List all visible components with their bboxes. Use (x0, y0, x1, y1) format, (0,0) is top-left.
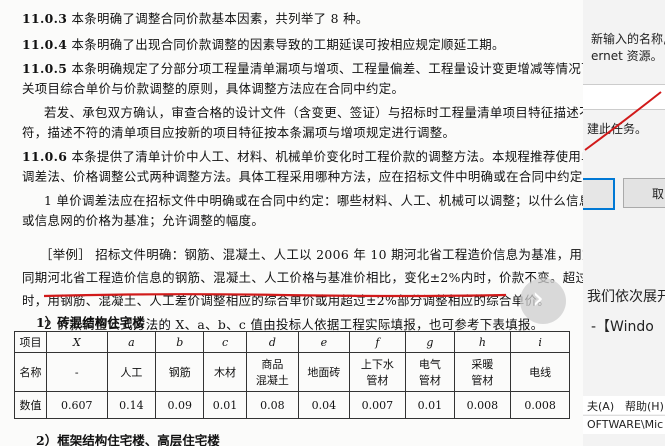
document-line: ［举例］ 招标文件明确：钢筋、混凝土、人工以 2006 年 10 期河北省工程造… (40, 247, 583, 262)
document-line: 符，描述不符的清单项目应按新的项目特征按本条漏项与增项规定进行调整。 (22, 125, 456, 140)
table-cell: 名称 (14, 352, 47, 392)
document-line: 11.0.5 本条明确规定了分部分项工程量清单漏项与增项、工程量偏差、工程量设计… (22, 59, 583, 77)
menu-item-tools[interactable]: 夫(A) (587, 398, 614, 414)
bg-text: -【Windo (591, 319, 654, 335)
table-cell: c (203, 331, 247, 353)
subheading-brick: 1）砖混结构住宅楼 (36, 315, 145, 330)
table-cell: 木材 (203, 352, 247, 392)
document-page: 11.0.3 本条明确了调整合同价款基本因素，共列举了 8 种。 11.0.4 本… (0, 0, 583, 446)
chevron-right-icon: › (532, 281, 544, 316)
table-cell: 采暖 管材 (453, 352, 512, 392)
table-cell: 商品 混凝土 (245, 352, 300, 392)
ok-button[interactable] (583, 178, 615, 210)
address-bar[interactable]: OFTWARE\Mic (583, 415, 665, 434)
coefficient-table: 项目 Xa b c d e f g h i 名称 - 人工 钢筋 木材 商品 混凝土 地面砖 上下水 管材 电气 … (14, 331, 570, 419)
document-line: 调差法、价格调整公式两种调整方法。具体工程采用哪种方法，应在招标文件中明确或在合… (22, 169, 583, 184)
clause-number: 11.0.6 (22, 149, 68, 164)
clause-text: 本条提供了清单计价中人工、材料、机械单价变化时工程价款的调整方法。本规程推荐使用… (67, 149, 584, 164)
table-cell: 地面砖 (298, 352, 350, 392)
menu-item-help[interactable]: 帮助(H) (625, 398, 664, 414)
bg-text: ernet 资源。 (591, 49, 663, 63)
clause-number: 11.0.5 (22, 61, 68, 76)
subheading-frame: 2）框架结构住宅楼、高层住宅楼 (36, 433, 220, 446)
table-cell: 电线 (510, 352, 570, 392)
document-line: 关项目综合单价与价款调整的原则，具体调整方法应在合同中约定。 (22, 81, 405, 96)
clause-text: 本条明确规定了分部分项工程量清单漏项与增项、工程量偏差、工程量设计变更增减等情况… (67, 61, 584, 76)
document-line: 11.0.6 本条提供了清单计价中人工、材料、机械单价变化时工程价款的调整方法。… (22, 147, 583, 165)
table-cell: 数值 (14, 391, 47, 419)
table-cell: 0.14 (106, 391, 157, 419)
table-row: 数值 0.607 0.14 0.09 0.01 0.08 0.04 0.007 0.01 0.00… (14, 391, 570, 419)
table-cell: d (245, 331, 300, 353)
table-cell: f (348, 331, 407, 353)
table-cell: 0.01 (405, 391, 455, 419)
bg-text: 我们依次展开 (587, 289, 665, 305)
table-cell: 0.04 (298, 391, 350, 419)
table-cell: 0.008 (510, 391, 570, 419)
table-cell: 人工 (106, 352, 157, 392)
next-page-button[interactable]: › (520, 278, 566, 324)
clause-text: 本条明确了出现合同价款调整的因素导致的工期延误可按相应规定顺延工期。 (67, 37, 505, 52)
table-cell: i (510, 331, 570, 353)
clause-number: 11.0.3 (22, 11, 68, 26)
table-row: 名称 - 人工 钢筋 木材 商品 混凝土 地面砖 上下水 管材 电气 管材 采暖 管材 电线 (14, 352, 570, 392)
table-cell: 电气 管材 (405, 352, 455, 392)
table-cell: 0.08 (245, 391, 300, 419)
document-line: 若发、承包双方确认，审查合格的设计文件（含变更、签证）与招标时工程量清单项目特征… (44, 105, 583, 120)
table-cell: 0.607 (45, 391, 108, 419)
clause-number: 11.0.4 (22, 37, 68, 52)
table-cell: h (453, 331, 512, 353)
document-line: 同期河北省工程造价信息的钢筋、混凝土、人工价格与基准价相比，变化±2%内时，价款… (22, 270, 583, 285)
red-stroke-annotation (584, 91, 662, 151)
table-cell: e (298, 331, 350, 353)
table-cell: 项目 (14, 331, 47, 353)
cancel-button[interactable]: 取 (623, 178, 665, 208)
red-underline-annotation (43, 293, 507, 298)
table-cell: 钢筋 (155, 352, 205, 392)
document-line: 或信息网的价格为基准；允许调整的幅度。 (22, 213, 265, 228)
table-cell: g (405, 331, 455, 353)
bg-text: 新输入的名称, (591, 32, 665, 46)
table-cell: 上下水 管材 (348, 352, 407, 392)
table-cell: 0.01 (203, 391, 247, 419)
table-cell: b (155, 331, 205, 353)
menu-bar: 夫(A) 帮助(H) (583, 396, 665, 414)
table-row: 项目 Xa b c d e f g h i (14, 331, 570, 353)
table-cell: 0.09 (155, 391, 205, 419)
table-cell: - (45, 352, 108, 392)
table-cell: a (106, 331, 157, 353)
table-cell: 0.007 (348, 391, 407, 419)
document-line: 11.0.3 本条明确了调整合同价款基本因素，共列举了 8 种。 (22, 9, 369, 27)
table-cell: X (45, 331, 108, 353)
table-cell: 0.008 (453, 391, 512, 419)
document-line: 11.0.4 本条明确了出现合同价款调整的因素导致的工期延误可按相应规定顺延工期… (22, 35, 505, 53)
clause-text: 本条明确了调整合同价款基本因素，共列举了 8 种。 (67, 11, 369, 26)
registry-path: OFTWARE\Mic (587, 418, 664, 431)
document-line: 1 单价调差法应在招标文件中明确或在合同中约定：哪些材料、人工、机械可以调整；以… (44, 193, 583, 208)
background-window: 新输入的名称, ernet 资源。 建此任务。 取 我们依次展开 -【Windo… (583, 0, 665, 446)
